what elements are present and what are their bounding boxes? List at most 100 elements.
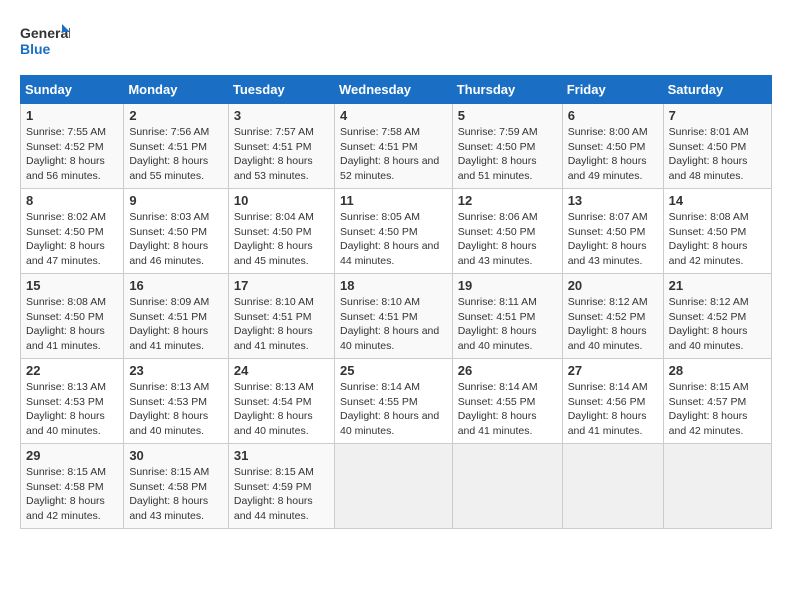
day-cell: 22 Sunrise: 8:13 AMSunset: 4:53 PMDaylig… [21, 359, 124, 444]
day-detail: Sunrise: 8:08 AMSunset: 4:50 PMDaylight:… [669, 211, 749, 267]
day-number: 17 [234, 278, 329, 293]
col-header-tuesday: Tuesday [228, 76, 334, 104]
day-detail: Sunrise: 8:09 AMSunset: 4:51 PMDaylight:… [129, 296, 209, 352]
day-number: 21 [669, 278, 766, 293]
col-header-sunday: Sunday [21, 76, 124, 104]
day-detail: Sunrise: 8:15 AMSunset: 4:59 PMDaylight:… [234, 466, 314, 522]
day-cell: 15 Sunrise: 8:08 AMSunset: 4:50 PMDaylig… [21, 274, 124, 359]
day-detail: Sunrise: 8:13 AMSunset: 4:53 PMDaylight:… [26, 381, 106, 437]
logo: General Blue [20, 20, 70, 65]
day-cell: 26 Sunrise: 8:14 AMSunset: 4:55 PMDaylig… [452, 359, 562, 444]
day-number: 26 [458, 363, 557, 378]
day-cell: 1 Sunrise: 7:55 AMSunset: 4:52 PMDayligh… [21, 104, 124, 189]
day-cell: 23 Sunrise: 8:13 AMSunset: 4:53 PMDaylig… [124, 359, 229, 444]
day-cell [562, 444, 663, 529]
day-number: 27 [568, 363, 658, 378]
col-header-friday: Friday [562, 76, 663, 104]
day-cell: 9 Sunrise: 8:03 AMSunset: 4:50 PMDayligh… [124, 189, 229, 274]
day-detail: Sunrise: 8:07 AMSunset: 4:50 PMDaylight:… [568, 211, 648, 267]
day-cell: 13 Sunrise: 8:07 AMSunset: 4:50 PMDaylig… [562, 189, 663, 274]
day-number: 18 [340, 278, 447, 293]
day-cell: 25 Sunrise: 8:14 AMSunset: 4:55 PMDaylig… [334, 359, 452, 444]
day-detail: Sunrise: 7:55 AMSunset: 4:52 PMDaylight:… [26, 126, 106, 182]
day-cell: 27 Sunrise: 8:14 AMSunset: 4:56 PMDaylig… [562, 359, 663, 444]
day-cell: 6 Sunrise: 8:00 AMSunset: 4:50 PMDayligh… [562, 104, 663, 189]
day-number: 11 [340, 193, 447, 208]
day-cell: 17 Sunrise: 8:10 AMSunset: 4:51 PMDaylig… [228, 274, 334, 359]
day-cell: 31 Sunrise: 8:15 AMSunset: 4:59 PMDaylig… [228, 444, 334, 529]
day-cell: 5 Sunrise: 7:59 AMSunset: 4:50 PMDayligh… [452, 104, 562, 189]
day-detail: Sunrise: 8:14 AMSunset: 4:55 PMDaylight:… [340, 381, 439, 437]
day-detail: Sunrise: 8:10 AMSunset: 4:51 PMDaylight:… [234, 296, 314, 352]
day-number: 5 [458, 108, 557, 123]
day-detail: Sunrise: 8:04 AMSunset: 4:50 PMDaylight:… [234, 211, 314, 267]
day-cell: 28 Sunrise: 8:15 AMSunset: 4:57 PMDaylig… [663, 359, 771, 444]
day-number: 9 [129, 193, 223, 208]
svg-text:Blue: Blue [20, 41, 51, 57]
day-cell [663, 444, 771, 529]
day-number: 23 [129, 363, 223, 378]
day-cell: 16 Sunrise: 8:09 AMSunset: 4:51 PMDaylig… [124, 274, 229, 359]
day-detail: Sunrise: 8:15 AMSunset: 4:58 PMDaylight:… [129, 466, 209, 522]
day-number: 7 [669, 108, 766, 123]
day-cell: 14 Sunrise: 8:08 AMSunset: 4:50 PMDaylig… [663, 189, 771, 274]
day-detail: Sunrise: 8:01 AMSunset: 4:50 PMDaylight:… [669, 126, 749, 182]
day-cell: 3 Sunrise: 7:57 AMSunset: 4:51 PMDayligh… [228, 104, 334, 189]
day-detail: Sunrise: 7:58 AMSunset: 4:51 PMDaylight:… [340, 126, 439, 182]
col-header-saturday: Saturday [663, 76, 771, 104]
day-number: 3 [234, 108, 329, 123]
day-number: 29 [26, 448, 118, 463]
day-detail: Sunrise: 8:11 AMSunset: 4:51 PMDaylight:… [458, 296, 537, 352]
day-number: 15 [26, 278, 118, 293]
day-cell: 7 Sunrise: 8:01 AMSunset: 4:50 PMDayligh… [663, 104, 771, 189]
day-number: 30 [129, 448, 223, 463]
day-number: 25 [340, 363, 447, 378]
week-row-2: 8 Sunrise: 8:02 AMSunset: 4:50 PMDayligh… [21, 189, 772, 274]
day-number: 31 [234, 448, 329, 463]
day-cell: 2 Sunrise: 7:56 AMSunset: 4:51 PMDayligh… [124, 104, 229, 189]
header-row: SundayMondayTuesdayWednesdayThursdayFrid… [21, 76, 772, 104]
day-detail: Sunrise: 8:06 AMSunset: 4:50 PMDaylight:… [458, 211, 538, 267]
day-cell: 12 Sunrise: 8:06 AMSunset: 4:50 PMDaylig… [452, 189, 562, 274]
week-row-5: 29 Sunrise: 8:15 AMSunset: 4:58 PMDaylig… [21, 444, 772, 529]
day-number: 28 [669, 363, 766, 378]
day-number: 19 [458, 278, 557, 293]
day-detail: Sunrise: 8:02 AMSunset: 4:50 PMDaylight:… [26, 211, 106, 267]
day-number: 2 [129, 108, 223, 123]
day-detail: Sunrise: 8:12 AMSunset: 4:52 PMDaylight:… [568, 296, 648, 352]
day-cell: 20 Sunrise: 8:12 AMSunset: 4:52 PMDaylig… [562, 274, 663, 359]
day-cell: 10 Sunrise: 8:04 AMSunset: 4:50 PMDaylig… [228, 189, 334, 274]
day-detail: Sunrise: 8:14 AMSunset: 4:55 PMDaylight:… [458, 381, 538, 437]
day-detail: Sunrise: 8:13 AMSunset: 4:54 PMDaylight:… [234, 381, 314, 437]
day-cell: 19 Sunrise: 8:11 AMSunset: 4:51 PMDaylig… [452, 274, 562, 359]
day-number: 4 [340, 108, 447, 123]
day-cell: 18 Sunrise: 8:10 AMSunset: 4:51 PMDaylig… [334, 274, 452, 359]
day-detail: Sunrise: 8:03 AMSunset: 4:50 PMDaylight:… [129, 211, 209, 267]
day-cell: 21 Sunrise: 8:12 AMSunset: 4:52 PMDaylig… [663, 274, 771, 359]
day-number: 22 [26, 363, 118, 378]
day-cell: 29 Sunrise: 8:15 AMSunset: 4:58 PMDaylig… [21, 444, 124, 529]
col-header-wednesday: Wednesday [334, 76, 452, 104]
day-detail: Sunrise: 8:10 AMSunset: 4:51 PMDaylight:… [340, 296, 439, 352]
day-detail: Sunrise: 8:08 AMSunset: 4:50 PMDaylight:… [26, 296, 106, 352]
day-number: 24 [234, 363, 329, 378]
day-number: 10 [234, 193, 329, 208]
col-header-thursday: Thursday [452, 76, 562, 104]
calendar-table: SundayMondayTuesdayWednesdayThursdayFrid… [20, 75, 772, 529]
day-cell [334, 444, 452, 529]
day-number: 8 [26, 193, 118, 208]
day-number: 20 [568, 278, 658, 293]
day-number: 14 [669, 193, 766, 208]
day-detail: Sunrise: 8:13 AMSunset: 4:53 PMDaylight:… [129, 381, 209, 437]
day-detail: Sunrise: 8:15 AMSunset: 4:57 PMDaylight:… [669, 381, 749, 437]
day-detail: Sunrise: 7:59 AMSunset: 4:50 PMDaylight:… [458, 126, 538, 182]
day-detail: Sunrise: 8:05 AMSunset: 4:50 PMDaylight:… [340, 211, 439, 267]
day-cell: 24 Sunrise: 8:13 AMSunset: 4:54 PMDaylig… [228, 359, 334, 444]
day-number: 13 [568, 193, 658, 208]
logo-svg: General Blue [20, 20, 70, 65]
day-number: 1 [26, 108, 118, 123]
day-detail: Sunrise: 8:15 AMSunset: 4:58 PMDaylight:… [26, 466, 106, 522]
day-cell: 30 Sunrise: 8:15 AMSunset: 4:58 PMDaylig… [124, 444, 229, 529]
day-number: 12 [458, 193, 557, 208]
day-detail: Sunrise: 8:14 AMSunset: 4:56 PMDaylight:… [568, 381, 648, 437]
